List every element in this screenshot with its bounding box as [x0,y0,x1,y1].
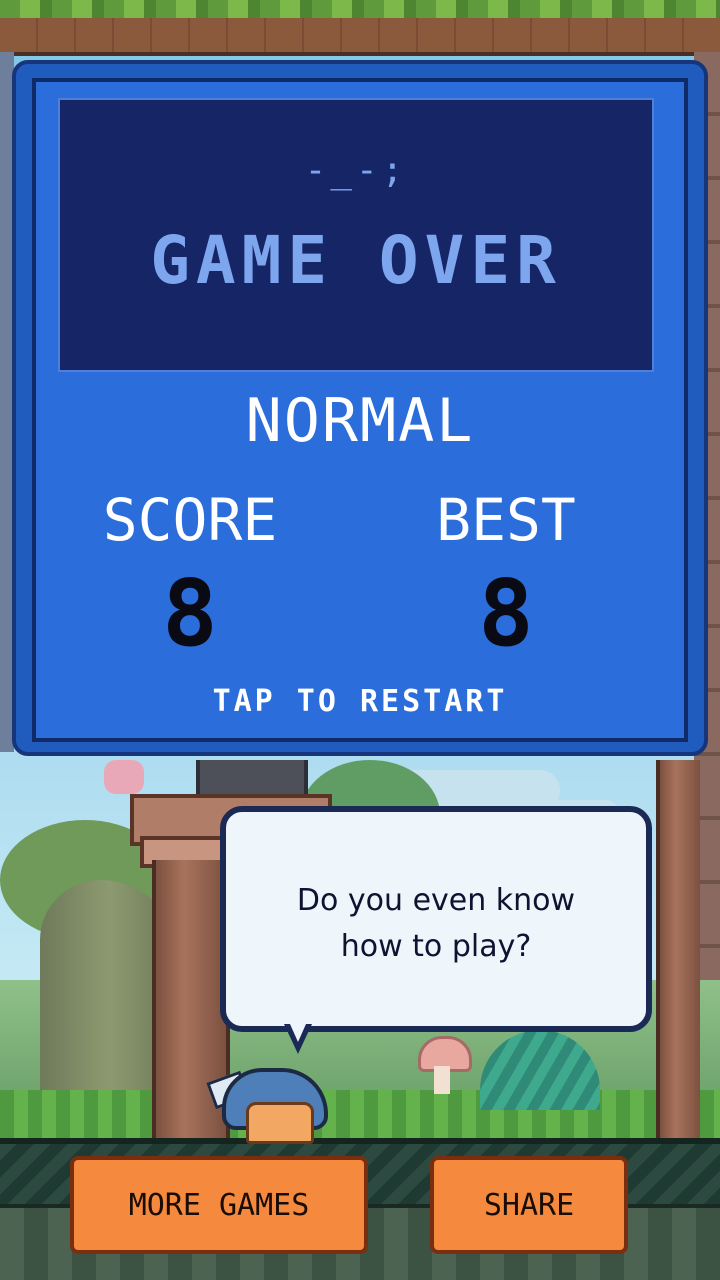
speech-line-1: Do you even know [296,883,576,918]
heart-decoration [104,760,144,794]
speech-text: Do you even know how to play? [236,878,636,970]
more-games-button[interactable]: MORE GAMES [70,1156,368,1254]
score-value: 8 [162,560,218,667]
best-label: BEST [436,486,576,554]
game-over-title: GAME OVER [150,222,562,299]
pillar-right [656,760,700,1150]
share-button[interactable]: SHARE [430,1156,628,1254]
speech-bubble-tail-fill [290,1024,306,1042]
tap-to-restart[interactable]: TAP TO RESTART [32,684,688,719]
game-scene: Do you even know how to play? -_-; GAME … [0,0,720,1280]
score-label: SCORE [102,486,278,554]
sweat-emote: -_-; [304,150,408,191]
speech-line-2: how to play? [340,929,532,964]
mushroom-stem [434,1066,450,1094]
top-moss [0,0,720,18]
character-face [246,1102,314,1144]
best-value: 8 [478,560,534,667]
difficulty-mode: NORMAL [245,386,475,456]
grass [0,1090,720,1140]
